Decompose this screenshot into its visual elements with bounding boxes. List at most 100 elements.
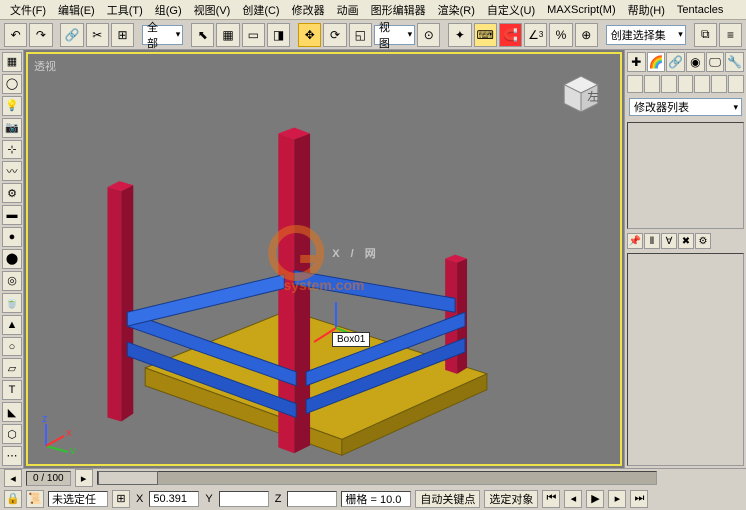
menu-graph[interactable]: 图形编辑器 bbox=[365, 0, 432, 20]
move-gizmo-icon[interactable] bbox=[306, 298, 366, 358]
remove-mod-button[interactable]: ✖ bbox=[678, 233, 694, 249]
menu-file[interactable]: 文件(F) bbox=[4, 0, 52, 20]
menu-tools[interactable]: 工具(T) bbox=[101, 0, 149, 20]
timeline-next-icon[interactable]: ▸ bbox=[75, 469, 93, 487]
link-button[interactable]: 🔗 bbox=[60, 23, 83, 47]
unique-button[interactable]: ∀ bbox=[661, 233, 677, 249]
sub-icon-3[interactable] bbox=[661, 75, 677, 93]
bind-button[interactable]: ⊞ bbox=[111, 23, 134, 47]
sub-icon-6[interactable] bbox=[711, 75, 727, 93]
sub-icon-7[interactable] bbox=[728, 75, 744, 93]
script-listener-icon[interactable]: 📜 bbox=[26, 490, 44, 508]
tab-systems-icon[interactable]: ⚙ bbox=[2, 183, 22, 203]
autokey-button[interactable]: 自动关键点 bbox=[415, 490, 480, 508]
keyboard-shortcut-button[interactable]: ⌨ bbox=[474, 23, 497, 47]
sub-icon-2[interactable] bbox=[644, 75, 660, 93]
viewcube-icon[interactable]: 左 bbox=[560, 72, 602, 114]
align-button[interactable]: ≡ bbox=[719, 23, 742, 47]
menu-group[interactable]: 组(G) bbox=[149, 0, 188, 20]
lock-selection-icon[interactable]: 🔒 bbox=[4, 490, 22, 508]
tab-motion-panel[interactable]: ◉ bbox=[686, 52, 705, 72]
rotate-button[interactable]: ⟳ bbox=[323, 23, 346, 47]
sub-icon-5[interactable] bbox=[694, 75, 710, 93]
menu-views[interactable]: 视图(V) bbox=[188, 0, 237, 20]
tab-create-icon[interactable]: ▦ bbox=[2, 52, 22, 72]
menu-help[interactable]: 帮助(H) bbox=[622, 0, 671, 20]
tab-shapes-icon[interactable]: ◯ bbox=[2, 74, 22, 94]
menu-tentacles[interactable]: Tentacles bbox=[671, 2, 729, 18]
play-icon[interactable]: ▶ bbox=[586, 490, 604, 508]
selected-obj-button[interactable]: 选定对象 bbox=[484, 490, 538, 508]
perspective-viewport[interactable]: 透视 左 bbox=[26, 52, 622, 466]
tool-tube-icon[interactable]: ○ bbox=[2, 337, 22, 357]
tab-spacewarps-icon[interactable]: 〰 bbox=[2, 161, 22, 181]
tool-torus-icon[interactable]: ◎ bbox=[2, 271, 22, 291]
time-slider[interactable] bbox=[98, 471, 158, 485]
show-end-button[interactable]: Ⅱ bbox=[644, 233, 660, 249]
goto-end-icon[interactable]: ⏭ bbox=[630, 490, 648, 508]
unlink-button[interactable]: ✂ bbox=[86, 23, 109, 47]
select-region-button[interactable]: ▭ bbox=[242, 23, 265, 47]
selection-set-combo[interactable]: 创建选择集 bbox=[606, 25, 686, 45]
mirror-button[interactable]: ⧉ bbox=[694, 23, 717, 47]
ref-coord-combo[interactable]: 视图 bbox=[374, 25, 415, 45]
tool-teapot-icon[interactable]: 🍵 bbox=[2, 293, 22, 313]
angle-snap-button[interactable]: ∠3 bbox=[524, 23, 547, 47]
y-field[interactable] bbox=[219, 491, 269, 507]
redo-button[interactable]: ↷ bbox=[29, 23, 52, 47]
select-button[interactable]: ⬉ bbox=[191, 23, 214, 47]
select-name-button[interactable]: ▦ bbox=[216, 23, 239, 47]
pin-stack-button[interactable]: 📌 bbox=[627, 233, 643, 249]
menu-edit[interactable]: 编辑(E) bbox=[52, 0, 101, 20]
pivot-button[interactable]: ⊙ bbox=[417, 23, 440, 47]
tool-sphere-icon[interactable]: ● bbox=[2, 227, 22, 247]
menu-animation[interactable]: 动画 bbox=[331, 0, 365, 20]
window-crossing-button[interactable]: ◨ bbox=[267, 23, 290, 47]
menu-maxscript[interactable]: MAXScript(M) bbox=[541, 2, 621, 18]
percent-snap-button[interactable]: % bbox=[549, 23, 572, 47]
sub-icon-1[interactable] bbox=[627, 75, 643, 93]
tool-pyramid-icon[interactable]: ◣ bbox=[2, 402, 22, 422]
z-label: Z bbox=[273, 493, 284, 505]
tab-utilities-panel[interactable]: 🔧 bbox=[725, 52, 744, 72]
tab-display-panel[interactable]: 🖵 bbox=[706, 52, 725, 72]
y-label: Y bbox=[203, 493, 214, 505]
modifier-stack[interactable] bbox=[627, 122, 744, 229]
manipulate-button[interactable]: ✦ bbox=[448, 23, 471, 47]
menu-customize[interactable]: 自定义(U) bbox=[481, 0, 541, 20]
tool-box-icon[interactable]: ▬ bbox=[2, 205, 22, 225]
tool-cone-icon[interactable]: ▲ bbox=[2, 315, 22, 335]
tab-cameras-icon[interactable]: 📷 bbox=[2, 118, 22, 138]
tab-create-panel[interactable]: ✚ bbox=[627, 52, 646, 72]
modifier-list-combo[interactable]: 修改器列表 bbox=[629, 98, 742, 116]
configure-button[interactable]: ⚙ bbox=[695, 233, 711, 249]
tool-geosphere-icon[interactable]: ⬡ bbox=[2, 424, 22, 444]
time-track[interactable] bbox=[97, 471, 657, 485]
tab-helpers-icon[interactable]: ⊹ bbox=[2, 140, 22, 160]
tab-modify-panel[interactable]: 🌈 bbox=[647, 52, 666, 72]
scene-content bbox=[28, 54, 620, 465]
undo-button[interactable]: ↶ bbox=[4, 23, 27, 47]
next-frame-icon[interactable]: ▸ bbox=[608, 490, 626, 508]
menu-create[interactable]: 创建(C) bbox=[236, 0, 285, 20]
z-field[interactable] bbox=[287, 491, 337, 507]
tool-cylinder-icon[interactable]: ⬤ bbox=[2, 249, 22, 269]
move-button[interactable]: ✥ bbox=[298, 23, 321, 47]
prev-frame-icon[interactable]: ◂ bbox=[564, 490, 582, 508]
x-field[interactable]: 50.391 bbox=[149, 491, 199, 507]
tab-hierarchy-panel[interactable]: 🔗 bbox=[666, 52, 685, 72]
tab-lights-icon[interactable]: 💡 bbox=[2, 96, 22, 116]
scale-button[interactable]: ◱ bbox=[349, 23, 372, 47]
tool-plane-icon[interactable]: ▱ bbox=[2, 358, 22, 378]
tool-misc-icon[interactable]: ⋯ bbox=[2, 446, 22, 466]
goto-start-icon[interactable]: ⏮ bbox=[542, 490, 560, 508]
tool-text-icon[interactable]: T bbox=[2, 380, 22, 400]
coord-display-icon[interactable]: ⊞ bbox=[112, 490, 130, 508]
spinner-snap-button[interactable]: ⊕ bbox=[575, 23, 598, 47]
sub-icon-4[interactable] bbox=[678, 75, 694, 93]
menu-modifiers[interactable]: 修改器 bbox=[286, 0, 331, 20]
menu-render[interactable]: 渲染(R) bbox=[432, 0, 481, 20]
snap-button[interactable]: 🧲 bbox=[499, 23, 522, 47]
selection-filter-combo[interactable]: 全部 bbox=[142, 25, 183, 45]
timeline-prev-icon[interactable]: ◂ bbox=[4, 469, 22, 487]
